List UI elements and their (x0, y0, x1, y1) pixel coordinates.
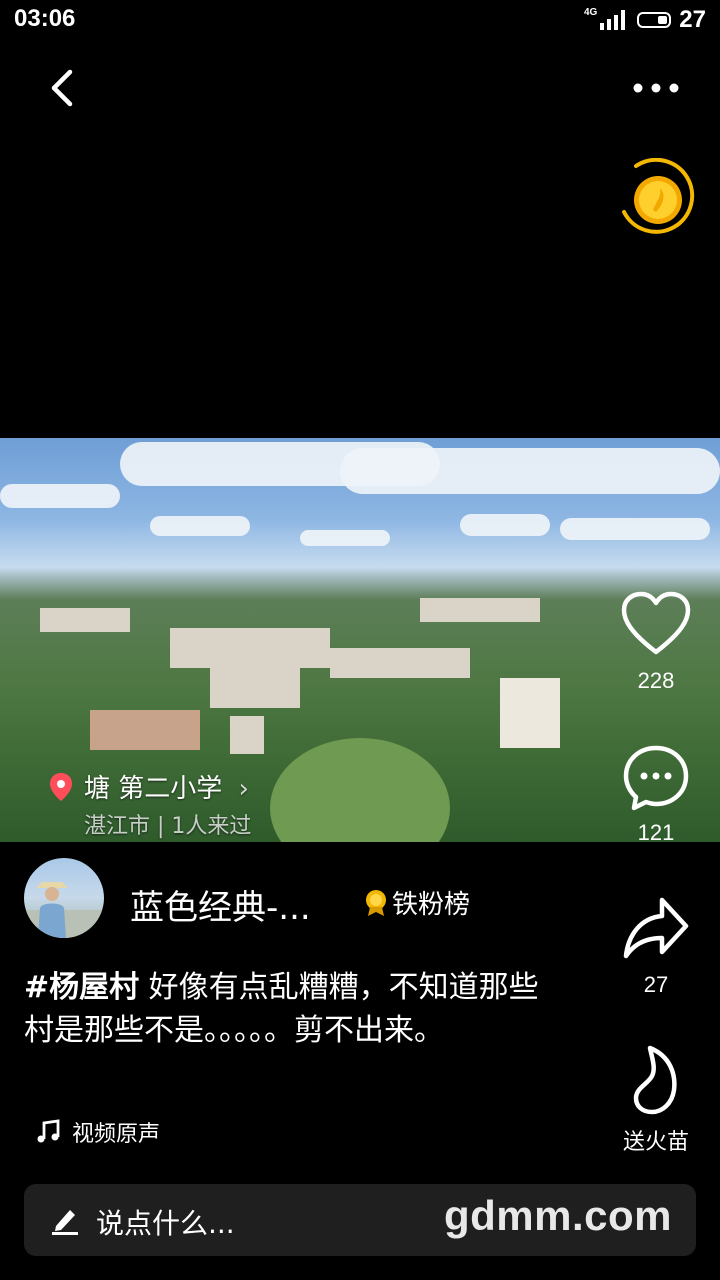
gift-label: 送火苗 (622, 1129, 689, 1154)
fan-rank-badge[interactable]: 铁粉榜 (364, 884, 470, 921)
pencil-icon (52, 1210, 78, 1235)
status-icons: 4G 27 (584, 6, 706, 34)
more-dots-icon[interactable] (626, 70, 686, 106)
battery-level: 27 (679, 6, 706, 33)
battery-icon (637, 12, 672, 28)
back-chevron-icon[interactable] (44, 66, 84, 110)
gold-coin-icon[interactable] (620, 158, 698, 242)
watermark-text: gdmm.com (443, 1192, 672, 1239)
medal-icon (366, 889, 386, 916)
post-caption: #杨屋村 好像有点乱糟糟，不知道那些村是那些不是。。。。。剪不出来。 (24, 966, 544, 1052)
comment-placeholder: 说点什么... (96, 1207, 235, 1240)
comment-count: 121 (637, 820, 675, 845)
comment-input-bar[interactable]: 说点什么... gdmm.com (24, 1184, 696, 1256)
share-count: 27 (643, 972, 669, 997)
signal-icon (600, 10, 626, 30)
status-bar: 03:06 4G 27 (0, 0, 720, 40)
person-figure-icon (24, 882, 104, 938)
music-note-icon (37, 1119, 60, 1143)
like-count: 228 (637, 668, 675, 693)
heart-icon[interactable] (620, 590, 692, 656)
status-time: 03:06 (14, 5, 76, 32)
location-name[interactable]: 塘 第二小学 › (84, 768, 249, 805)
chevron-right-icon: › (238, 774, 249, 804)
share-arrow-icon[interactable] (622, 894, 690, 962)
hashtag-link[interactable]: #杨屋村 (24, 970, 139, 1005)
flame-icon[interactable] (630, 1044, 682, 1116)
author-avatar[interactable] (24, 858, 104, 938)
comment-icon[interactable] (622, 744, 690, 812)
author-name[interactable]: 蓝色经典-... (130, 880, 311, 929)
original-sound[interactable]: 视频原声 (36, 1116, 160, 1148)
location-pin-icon (50, 773, 72, 801)
location-sub: 湛江市 | 1人来过 (84, 814, 252, 839)
network-type: 4G (583, 6, 598, 18)
